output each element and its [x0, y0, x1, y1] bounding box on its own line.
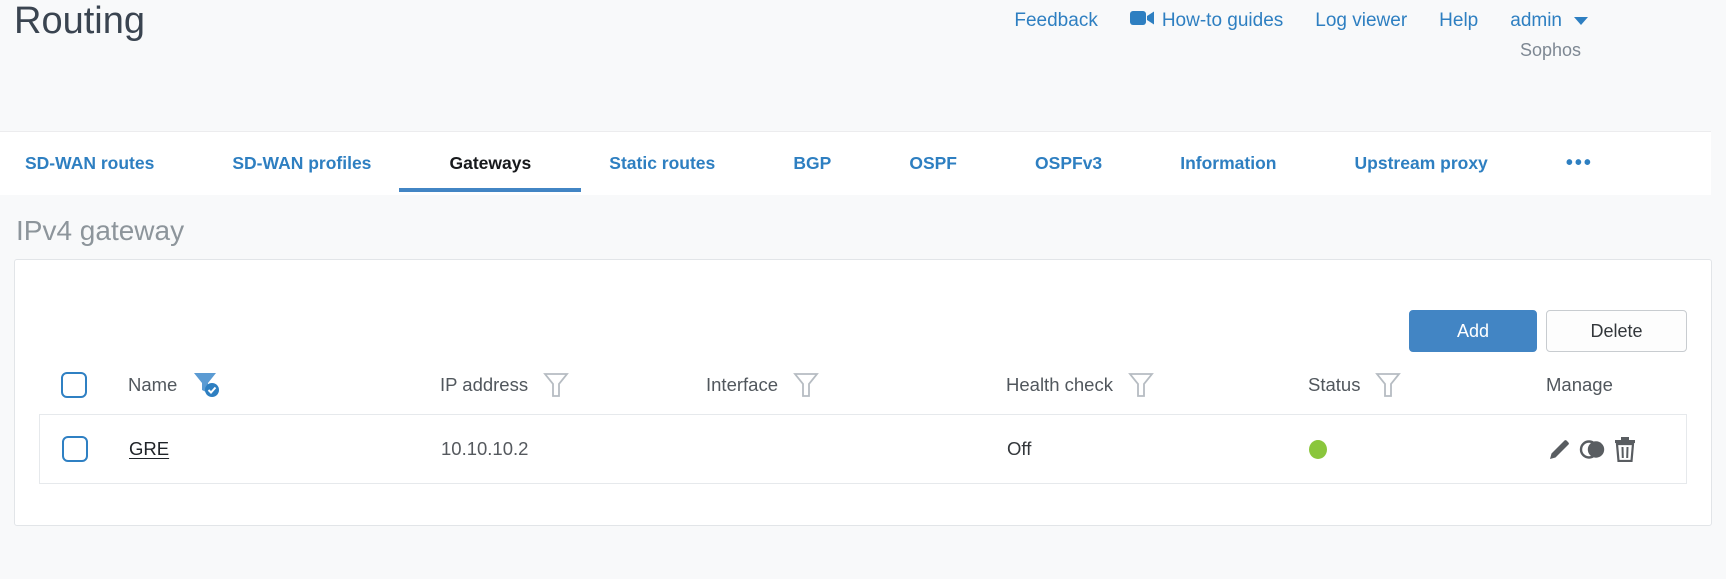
- delete-icon[interactable]: [1613, 436, 1637, 462]
- section-heading: IPv4 gateway: [16, 215, 185, 246]
- edit-icon[interactable]: [1547, 437, 1572, 462]
- tabs-more-button[interactable]: •••: [1566, 132, 1593, 195]
- column-header-status: Status: [1308, 374, 1361, 395]
- gateway-table: Name IP address Interface Health check S…: [39, 356, 1687, 484]
- top-nav: Feedback How-to guides Log viewer Help a…: [1014, 10, 1588, 32]
- tab-sdwan-profiles[interactable]: SD-WAN profiles: [232, 132, 371, 195]
- log-viewer-link[interactable]: Log viewer: [1315, 10, 1407, 32]
- filter-icon[interactable]: [1128, 372, 1154, 398]
- video-camera-icon: [1129, 10, 1154, 32]
- filter-icon[interactable]: [793, 372, 819, 398]
- table-header-row: Name IP address Interface Health check S…: [39, 356, 1687, 414]
- column-header-interface: Interface: [706, 374, 778, 395]
- tab-upstream-proxy[interactable]: Upstream proxy: [1355, 132, 1488, 195]
- add-button[interactable]: Add: [1409, 310, 1537, 352]
- page-title: Routing: [14, 0, 145, 42]
- user-name: admin: [1510, 10, 1562, 31]
- ipv4-gateway-card: Add Delete Name IP address Interface Hea…: [14, 259, 1712, 526]
- brand-label: Sophos: [1519, 40, 1581, 60]
- tab-gateways[interactable]: Gateways: [449, 132, 531, 195]
- delete-button[interactable]: Delete: [1546, 310, 1687, 352]
- column-header-ip-address: IP address: [440, 374, 529, 395]
- ip-address-value: 10.10.10.2: [441, 438, 529, 459]
- bottom-strip: [0, 579, 1726, 588]
- row-checkbox[interactable]: [62, 436, 88, 462]
- chevron-down-icon: [1574, 17, 1588, 25]
- manage-actions: [1547, 436, 1686, 462]
- tab-ospf[interactable]: OSPF: [909, 132, 957, 195]
- column-header-health-check: Health check: [1006, 374, 1113, 395]
- table-row: GRE 10.10.10.2 Off: [40, 415, 1686, 483]
- clone-icon[interactable]: [1579, 437, 1606, 462]
- column-header-name: Name: [128, 374, 178, 395]
- toolbar: Add Delete: [15, 260, 1711, 352]
- help-link[interactable]: Help: [1439, 10, 1478, 32]
- howto-guides-link[interactable]: How-to guides: [1129, 10, 1283, 32]
- column-header-manage: Manage: [1546, 374, 1613, 395]
- user-menu[interactable]: admin: [1510, 10, 1588, 32]
- filter-icon[interactable]: [543, 372, 569, 398]
- filter-active-icon[interactable]: [192, 371, 222, 399]
- health-check-value: Off: [1007, 438, 1032, 459]
- filter-icon[interactable]: [1375, 372, 1402, 398]
- tab-static-routes[interactable]: Static routes: [609, 132, 715, 195]
- select-all-checkbox[interactable]: [61, 372, 87, 398]
- feedback-link[interactable]: Feedback: [1014, 10, 1097, 32]
- tab-information[interactable]: Information: [1180, 132, 1276, 195]
- gateway-name-link[interactable]: GRE: [129, 438, 169, 459]
- table-body: GRE 10.10.10.2 Off: [39, 414, 1687, 484]
- tab-sdwan-routes[interactable]: SD-WAN routes: [25, 132, 154, 195]
- tab-ospfv3[interactable]: OSPFv3: [1035, 132, 1102, 195]
- page-header: Routing Feedback How-to guides Log viewe…: [0, 0, 1726, 131]
- routing-tab-bar: SD-WAN routes SD-WAN profiles Gateways S…: [0, 131, 1711, 195]
- status-dot: [1309, 439, 1327, 459]
- tab-bgp[interactable]: BGP: [793, 132, 831, 195]
